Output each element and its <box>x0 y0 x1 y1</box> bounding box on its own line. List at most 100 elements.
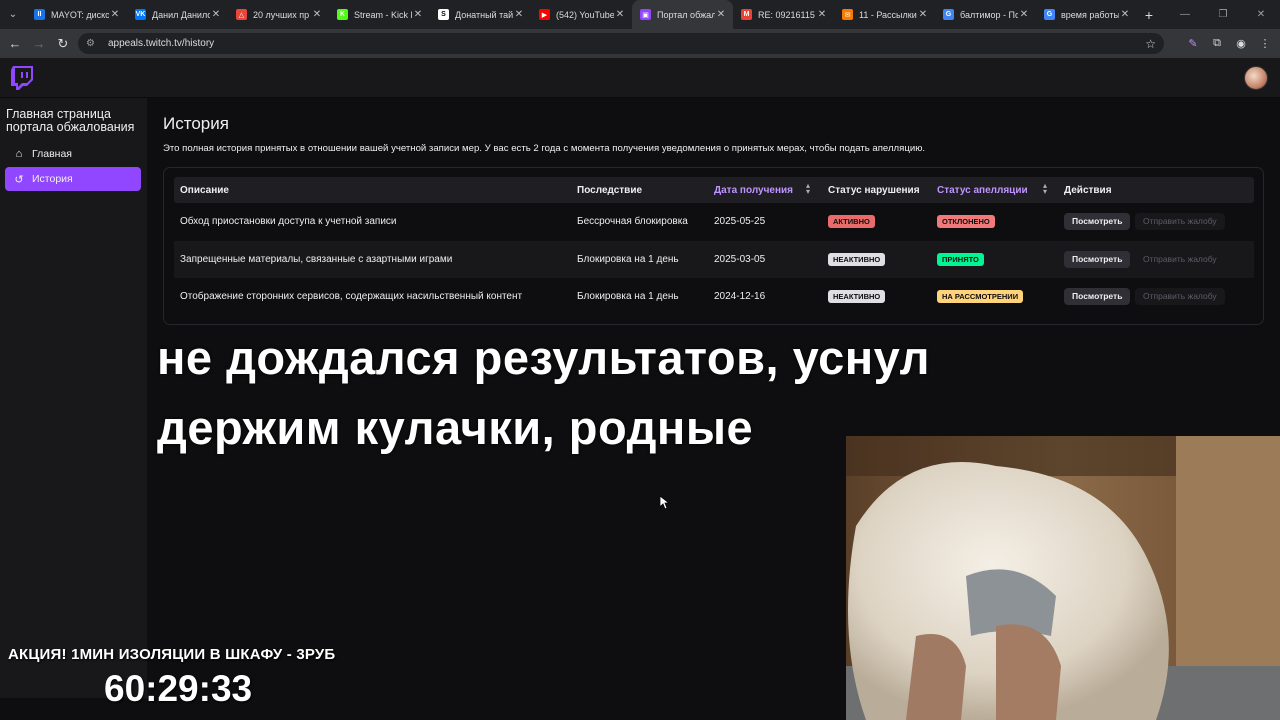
tab-favicon-icon: △ <box>236 9 247 20</box>
reload-icon[interactable]: ↻ <box>51 36 75 52</box>
back-icon[interactable]: ← <box>3 36 27 51</box>
row-consequence: Блокировка на 1 день <box>577 291 679 302</box>
overlay-caption-line2: держим кулачки, родные <box>157 401 754 454</box>
browser-tab[interactable]: ▣ Портал обжал ✕ <box>632 0 733 29</box>
view-button[interactable]: Посмотреть <box>1064 213 1131 230</box>
tab-close-icon[interactable]: ✕ <box>513 9 525 20</box>
history-card: Описание Последствие Дата получения ▴ ▾ С… <box>163 167 1264 325</box>
user-avatar[interactable] <box>1244 66 1268 90</box>
page-title: История <box>163 114 229 133</box>
sort-icon[interactable]: ▴ ▾ <box>1043 182 1047 196</box>
extension-feather-icon[interactable]: ✎ <box>1186 37 1200 50</box>
header-appeal-status[interactable]: Статус апелляции <box>937 185 1028 196</box>
countdown-timer: 60:29:33 <box>104 668 253 709</box>
browser-tab[interactable]: K Stream - Kick D ✕ <box>329 0 430 29</box>
page-description: Это полная история принятых в отношении … <box>163 143 926 154</box>
home-icon: ⌂ <box>15 148 23 160</box>
violation-status-badge: НЕАКТИВНО <box>828 252 886 266</box>
forward-icon[interactable]: → <box>27 36 51 51</box>
appeal-status-badge: НА РАССМОТРЕНИИ <box>937 290 1024 303</box>
tab-close-icon[interactable]: ✕ <box>1119 9 1131 20</box>
profile-icon[interactable]: ◉ <box>1234 37 1248 50</box>
sidebar-title: Главная страница портала обжалования <box>6 107 135 134</box>
tab-favicon-icon: ✉ <box>842 9 853 20</box>
url-field[interactable]: ⚙ appeals.twitch.tv/history ☆ <box>78 33 1164 54</box>
row-description: Отображение сторонних сервисов, содержащ… <box>180 291 523 302</box>
tab-favicon-icon: G <box>943 9 954 20</box>
tab-close-icon[interactable]: ✕ <box>109 9 121 20</box>
row-date: 2024-12-16 <box>714 291 766 302</box>
view-button[interactable]: Посмотреть <box>1064 250 1131 268</box>
tab-strip: IIMAYOT: дискор✕VKДанил Данилов✕ △ 20 лучш… <box>26 0 1137 29</box>
tab-close-icon[interactable]: ✕ <box>614 9 626 20</box>
view-button[interactable]: Посмотреть <box>1064 288 1131 305</box>
site-info-icon[interactable]: ⚙ <box>86 38 100 49</box>
sidebar-item-history[interactable]: ↺ История <box>5 167 141 191</box>
header-description: Описание <box>180 185 229 196</box>
tab-label: Донатный тай <box>455 9 513 20</box>
appeal-status-badge: ПРИНЯТО <box>937 252 984 266</box>
tab-favicon-icon: ▣ <box>640 9 651 20</box>
table-header: Описание Последствие Дата получения ▴ ▾ С… <box>174 177 1254 203</box>
header-violation-status: Статус нарушения <box>828 185 920 196</box>
webcam-feed <box>846 436 1280 720</box>
tab-close-icon[interactable]: ✕ <box>917 9 929 20</box>
tab-label: Портал обжал <box>657 9 715 20</box>
tab-close-icon[interactable]: ✕ <box>816 9 828 20</box>
row-description: Обход приостановки доступа к учетной зап… <box>180 216 397 227</box>
new-tab-icon[interactable]: + <box>1137 7 1161 23</box>
browser-tab[interactable]: VK Данил Данилов✕ <box>127 0 228 29</box>
browser-tab[interactable]: ✉ 11 - Рассылки ✕ <box>834 0 935 29</box>
table-row: Запрещенные материалы, связанные с азарт… <box>174 240 1254 278</box>
bookmark-star-icon[interactable]: ☆ <box>1145 37 1156 51</box>
tab-search-icon[interactable]: ⌄ <box>0 0 26 29</box>
tab-close-icon[interactable]: ✕ <box>715 9 727 20</box>
tab-close-icon[interactable]: ✕ <box>412 9 424 20</box>
row-date: 2025-05-25 <box>714 216 766 227</box>
sort-icon[interactable]: ▴ ▾ <box>806 182 810 196</box>
row-consequence: Бессрочная блокировка <box>577 216 688 227</box>
header-date[interactable]: Дата получения <box>714 185 793 196</box>
tab-close-icon[interactable]: ✕ <box>210 9 222 20</box>
sidebar-item-home[interactable]: ⌂ Главная <box>5 142 141 166</box>
browser-extensions: ✎ ⧉ ◉ ⋮ <box>1186 29 1272 58</box>
tab-label: MAYOT: дискор <box>51 9 109 20</box>
violation-status-badge: НЕАКТИВНО <box>828 290 886 303</box>
tab-close-icon[interactable]: ✕ <box>1018 9 1030 20</box>
window-controls: — ❐ ✕ <box>1166 0 1280 29</box>
sidebar: Главная страница портала обжалования ⌂ Г… <box>0 98 147 698</box>
browser-tab[interactable]: M RE: 09216115 ✕ <box>733 0 834 29</box>
close-window-icon[interactable]: ✕ <box>1242 9 1280 20</box>
tab-label: время работы <box>1061 9 1119 20</box>
tab-label: 11 - Рассылки <box>859 9 917 20</box>
twitch-header <box>0 58 1280 98</box>
submit-appeal-button[interactable]: Отправить жалобу <box>1135 288 1225 305</box>
browser-tab[interactable]: Gвремя работы ✕ <box>1036 0 1137 29</box>
browser-tab[interactable]: ▶ (542) YouTube ✕ <box>531 0 632 29</box>
minimize-icon[interactable]: — <box>1166 9 1204 20</box>
webcam-image <box>846 436 1280 720</box>
browser-tab[interactable]: S Донатный тай ✕ <box>430 0 531 29</box>
browser-tab[interactable]: Gбалтимор - По ✕ <box>935 0 1036 29</box>
row-description: Запрещенные материалы, связанные с азарт… <box>180 253 453 265</box>
twitch-logo-icon[interactable] <box>11 66 33 90</box>
tab-label: балтимор - По <box>960 9 1018 20</box>
appeal-status-badge: ОТКЛОНЕНО <box>937 215 995 228</box>
maximize-icon[interactable]: ❐ <box>1204 9 1242 20</box>
table-row: Обход приостановки доступа к учетной зап… <box>174 203 1254 240</box>
submit-appeal-button[interactable]: Отправить жалобу <box>1135 250 1225 268</box>
submit-appeal-button[interactable]: Отправить жалобу <box>1135 213 1225 230</box>
tab-label: Данил Данилов <box>152 9 210 20</box>
tab-label: (542) YouTube <box>556 9 614 20</box>
promo-banner: АКЦИЯ! 1МИН ИЗОЛЯЦИИ В ШКАФУ - 3РУБ <box>8 646 336 663</box>
tab-close-icon[interactable]: ✕ <box>311 9 323 20</box>
mouse-cursor-icon <box>660 496 670 510</box>
browser-tab[interactable]: △ 20 лучших пр ✕ <box>228 0 329 29</box>
browser-menu-icon[interactable]: ⋮ <box>1258 37 1272 50</box>
tab-label: Stream - Kick D <box>354 9 412 20</box>
browser-tab[interactable]: II MAYOT: дискор ✕ <box>26 0 127 29</box>
tab-label: 20 лучших пр <box>253 9 310 20</box>
extensions-puzzle-icon[interactable]: ⧉ <box>1210 37 1224 50</box>
row-date: 2025-03-05 <box>714 253 766 265</box>
tab-favicon-icon: M <box>741 9 752 20</box>
